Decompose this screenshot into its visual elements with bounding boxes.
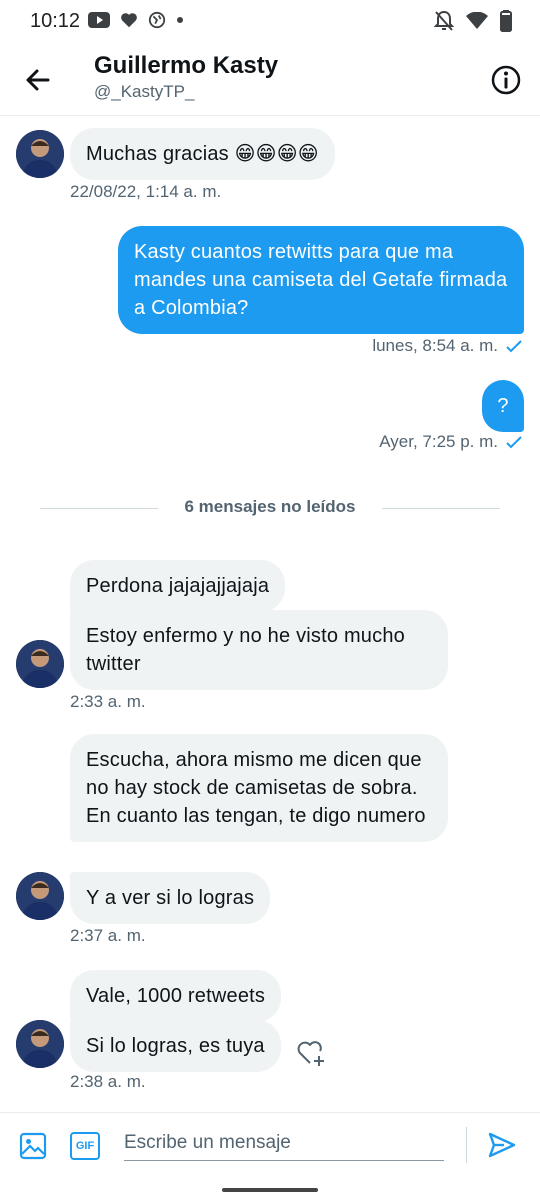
message-timestamp: Ayer, 7:25 p. m. <box>379 432 522 452</box>
message-composer: GIF <box>0 1112 540 1180</box>
timestamp-text: lunes, 8:54 a. m. <box>372 336 498 355</box>
timestamp-text: Ayer, 7:25 p. m. <box>379 432 498 451</box>
contact-handle[interactable]: @_KastyTP_ <box>94 82 194 102</box>
avatar-photo <box>16 130 64 178</box>
gif-icon: GIF <box>75 1140 95 1152</box>
avatar-photo <box>16 1020 64 1068</box>
avatar[interactable] <box>16 640 64 688</box>
battery-icon <box>500 10 512 32</box>
conversation-header: Guillermo Kasty @_KastyTP_ <box>0 44 540 116</box>
checkmark-icon <box>506 436 522 449</box>
image-button[interactable] <box>18 1131 48 1161</box>
message-bubble-incoming[interactable]: Escucha, ahora mismo me dicen que no hay… <box>70 734 448 842</box>
avatar-photo <box>16 872 64 920</box>
globe-icon <box>148 11 166 29</box>
info-button[interactable] <box>490 64 522 96</box>
message-bubble-outgoing[interactable]: Kasty cuantos retwitts para que ma mande… <box>118 226 524 334</box>
message-timestamp: 2:37 a. m. <box>70 926 146 945</box>
wifi-icon <box>466 12 488 29</box>
message-timestamp: 2:38 a. m. <box>70 1072 146 1091</box>
avatar[interactable] <box>16 1020 64 1068</box>
gif-button[interactable]: GIF <box>70 1132 100 1160</box>
composer-separator <box>466 1127 467 1163</box>
message-bubble-incoming[interactable]: Si lo logras, es tuya <box>70 1020 281 1072</box>
message-timestamp: lunes, 8:54 a. m. <box>372 336 522 356</box>
message-bubble-incoming[interactable]: Y a ver si lo logras <box>70 872 271 924</box>
message-bubble-outgoing[interactable]: ? <box>482 380 524 432</box>
divider-line-right <box>382 508 500 509</box>
youtube-icon <box>88 12 110 28</box>
back-arrow-icon <box>26 69 50 91</box>
info-icon <box>491 65 521 95</box>
message-bubble-incoming[interactable]: Vale, 1000 retweets <box>70 970 282 1022</box>
heart-status-icon <box>121 13 137 28</box>
avatar[interactable] <box>16 872 64 920</box>
status-bar: 10:12 <box>0 0 540 44</box>
message-timestamp: 22/08/22, 1:14 a. m. <box>70 182 222 201</box>
send-icon <box>488 1132 516 1158</box>
avatar[interactable] <box>16 130 64 178</box>
heart-plus-icon <box>297 1041 324 1066</box>
react-button[interactable] <box>296 1038 326 1068</box>
message-bubble-incoming[interactable]: Estoy enfermo y no he visto mucho twitte… <box>70 610 448 690</box>
image-icon <box>19 1132 47 1160</box>
message-bubble-incoming[interactable]: Muchas gracias 😁😁😁😁 <box>70 128 335 180</box>
status-time: 10:12 <box>30 10 81 32</box>
gesture-nav-handle[interactable] <box>222 1188 318 1192</box>
bell-off-icon <box>434 10 454 31</box>
message-bubble-incoming[interactable]: Perdona jajajajjajaja <box>70 560 286 612</box>
message-timestamp: 2:33 a. m. <box>70 692 146 711</box>
back-button[interactable] <box>22 64 54 96</box>
avatar-photo <box>16 640 64 688</box>
message-input[interactable] <box>124 1125 444 1161</box>
checkmark-icon <box>506 340 522 353</box>
dot-icon <box>177 17 183 23</box>
contact-name[interactable]: Guillermo Kasty <box>94 52 278 80</box>
unread-divider-label: 6 mensajes no leídos <box>184 497 356 516</box>
send-button[interactable] <box>486 1129 518 1161</box>
